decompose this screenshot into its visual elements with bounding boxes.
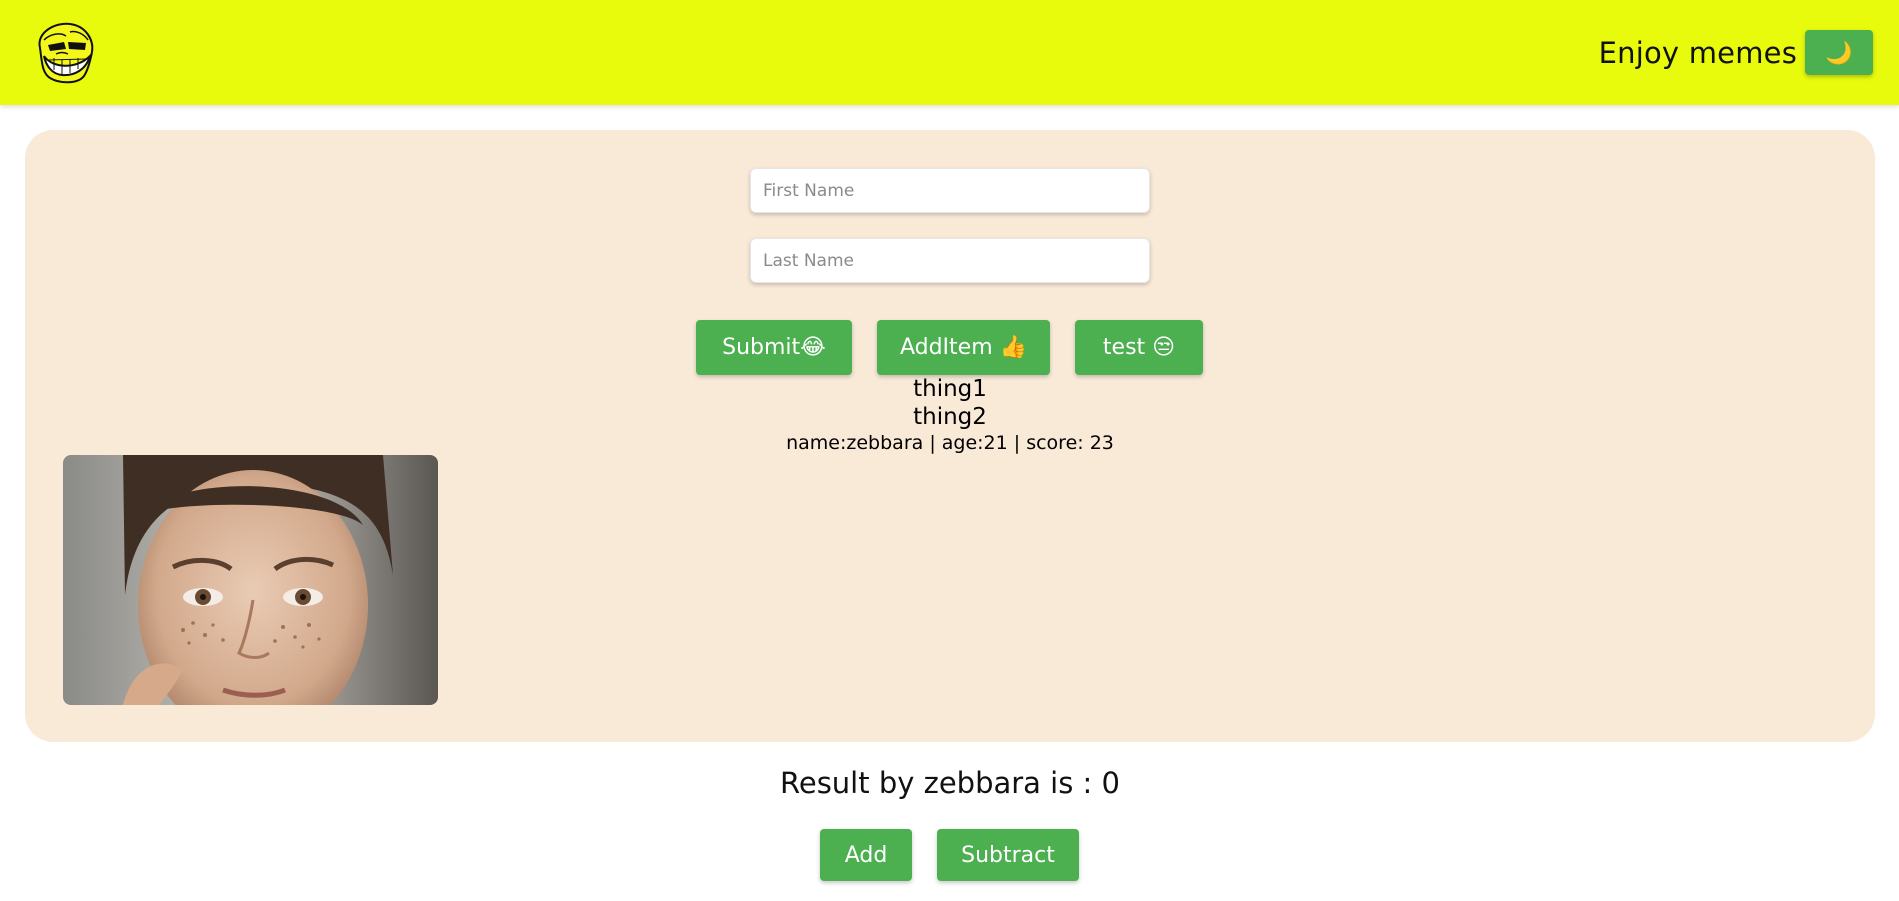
- list-item: thing1: [913, 376, 987, 402]
- theme-toggle-button[interactable]: 🌙: [1805, 30, 1873, 75]
- result-text: Result by zebbara is : 0: [780, 766, 1120, 800]
- moon-icon: 🌙: [1825, 39, 1853, 65]
- submit-button[interactable]: Submit😂: [696, 320, 852, 375]
- first-name-input[interactable]: [750, 168, 1150, 213]
- top-header: Enjoy memes 🌙: [0, 0, 1899, 105]
- portrait-photo: [63, 455, 438, 705]
- person-info: name:zebbara | age:21 | score: 23: [786, 432, 1114, 454]
- page-title: Enjoy memes: [1598, 35, 1797, 70]
- header-actions: Enjoy memes 🌙: [1599, 30, 1873, 75]
- troll-face-icon[interactable]: [30, 18, 98, 86]
- add-button[interactable]: Add: [820, 829, 912, 881]
- list-item: thing2: [913, 404, 987, 430]
- test-button[interactable]: test 😒: [1075, 320, 1203, 375]
- last-name-input[interactable]: [750, 238, 1150, 283]
- subtract-button[interactable]: Subtract: [937, 829, 1079, 881]
- add-item-button[interactable]: AddItem 👍: [877, 320, 1050, 375]
